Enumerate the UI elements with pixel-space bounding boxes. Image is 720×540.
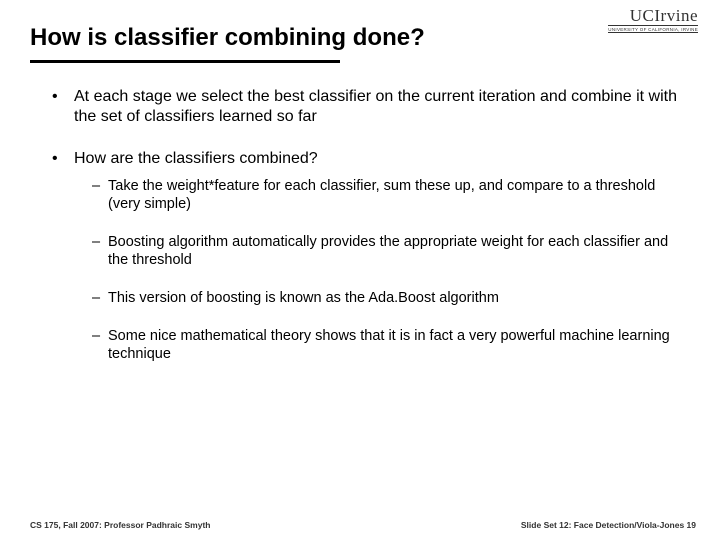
list-item: • At each stage we select the best class… xyxy=(52,87,690,127)
list-item-text: At each stage we select the best classif… xyxy=(74,87,690,127)
list-item: – Boosting algorithm automatically provi… xyxy=(92,233,690,269)
dash-icon: – xyxy=(92,327,108,363)
nested-item-text: Take the weight*feature for each classif… xyxy=(108,177,690,213)
dash-icon: – xyxy=(92,233,108,269)
list-item: – This version of boosting is known as t… xyxy=(92,289,690,307)
nested-item-text: This version of boosting is known as the… xyxy=(108,289,499,307)
nested-item-text: Boosting algorithm automatically provide… xyxy=(108,233,690,269)
nested-item-text: Some nice mathematical theory shows that… xyxy=(108,327,690,363)
dash-icon: – xyxy=(92,289,108,307)
list-item: • How are the classifiers combined? – Ta… xyxy=(52,149,690,383)
list-item-text: How are the classifiers combined? xyxy=(74,150,318,167)
dash-icon: – xyxy=(92,177,108,213)
list-item: – Take the weight*feature for each class… xyxy=(92,177,690,213)
university-logo: UCIrvine UNIVERSITY OF CALIFORNIA, IRVIN… xyxy=(608,6,698,33)
slide: UCIrvine UNIVERSITY OF CALIFORNIA, IRVIN… xyxy=(0,0,720,540)
nested-list: – Take the weight*feature for each class… xyxy=(74,177,690,363)
logo-sub-text: UNIVERSITY OF CALIFORNIA, IRVINE xyxy=(608,25,698,33)
bullet-icon: • xyxy=(52,149,74,383)
logo-main-text: UCIrvine xyxy=(608,6,698,26)
list-item: – Some nice mathematical theory shows th… xyxy=(92,327,690,363)
footer-right: Slide Set 12: Face Detection/Viola-Jones… xyxy=(521,520,696,530)
footer-left: CS 175, Fall 2007: Professor Padhraic Sm… xyxy=(30,520,210,530)
bullet-icon: • xyxy=(52,87,74,127)
slide-footer: CS 175, Fall 2007: Professor Padhraic Sm… xyxy=(30,520,696,530)
title-rule xyxy=(30,60,340,63)
page-title: How is classifier combining done? xyxy=(30,24,690,52)
bullet-list: • At each stage we select the best class… xyxy=(30,87,690,383)
